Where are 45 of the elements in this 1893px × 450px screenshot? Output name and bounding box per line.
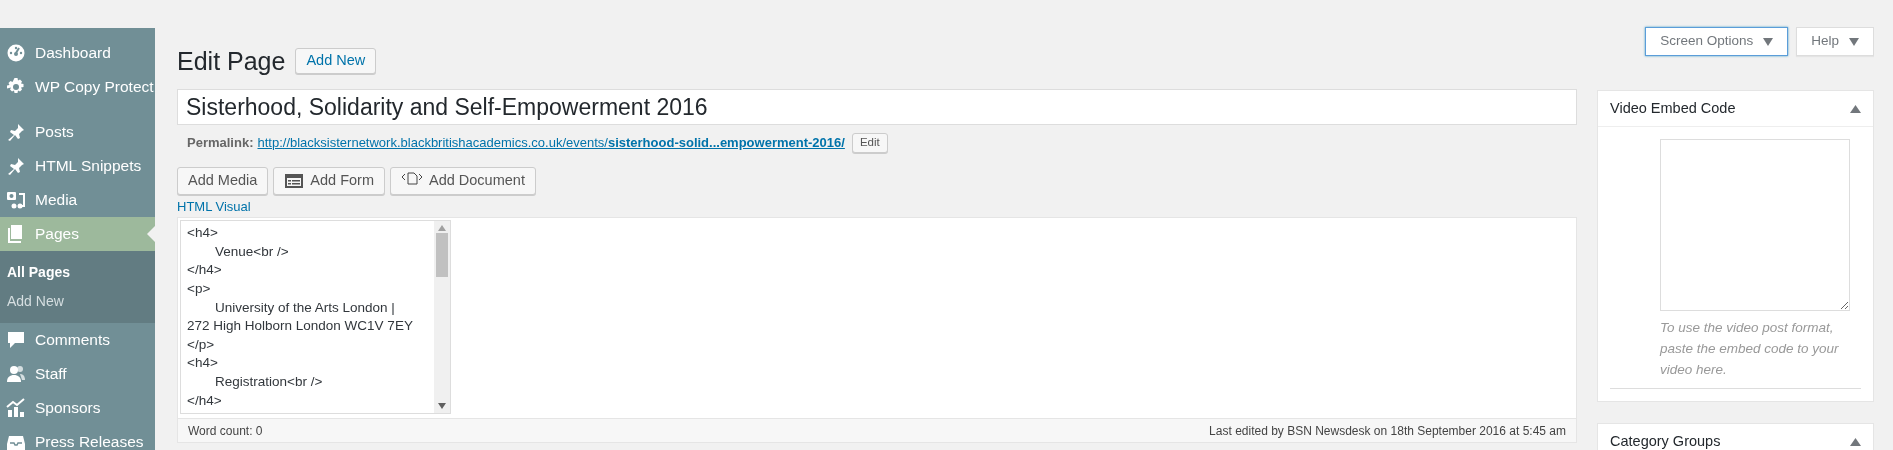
sidebar-item[interactable]: Sponsors (0, 391, 155, 425)
editor-tabs[interactable]: HTML Visual (177, 196, 251, 217)
permalink-link[interactable]: http://blacksisternetwork.blackbritishacademics.co.uk/events/sisterhood-solid...empowerment-2016/ (257, 133, 845, 153)
sidebar-item[interactable]: Media (0, 183, 155, 217)
chart-icon (6, 398, 26, 418)
sidebar-item[interactable]: WP Copy Protect (0, 70, 155, 104)
media-button[interactable]: Add Document (390, 166, 536, 195)
pin-icon (6, 156, 26, 176)
collapse-icon[interactable] (1850, 104, 1861, 113)
sidebar-item[interactable]: Press Releases (0, 425, 155, 450)
caret-icon (1763, 37, 1774, 46)
sidebar-item[interactable]: Comments (0, 323, 155, 357)
help-text: To use the video post format, paste the embed code to your video here. (1660, 319, 1840, 379)
sidebar-item[interactable]: HTML Snippets (0, 149, 155, 183)
toggle-button[interactable]: Screen Options (1645, 27, 1789, 56)
people-icon (6, 364, 26, 384)
sidebar-item[interactable]: Staff (0, 357, 155, 391)
collapse-icon[interactable] (1850, 437, 1861, 446)
comment-bubble-icon (6, 330, 26, 350)
media-button[interactable]: Add Media (177, 166, 269, 195)
form-icon (284, 172, 305, 189)
edit-button[interactable]: Edit (851, 133, 888, 153)
sidebar-item[interactable]: Dashboard (0, 36, 155, 70)
panel-title: Category Groups (1610, 431, 1721, 450)
last-edited-text: Last edited by BSN Newsdesk on 18th September 2016 at 5:45 am (1209, 422, 1566, 440)
panel-title: Video Embed Code (1610, 98, 1736, 118)
toggle-button[interactable]: Help (1796, 27, 1874, 56)
scroll-down-icon[interactable] (438, 403, 446, 410)
sidebar-item[interactable]: Posts (0, 115, 155, 149)
submenu-item[interactable]: All Pages (0, 258, 155, 287)
scroll-thumb[interactable] (436, 233, 448, 278)
scrollbar[interactable] (434, 221, 450, 414)
word-count: Word count: 0 (188, 422, 263, 440)
add-new-button[interactable]: Add New (295, 48, 377, 74)
pin-icon (6, 122, 26, 142)
embed-code-field[interactable] (1660, 139, 1850, 311)
media-button[interactable]: Add Form (273, 166, 385, 195)
document-icon (401, 171, 423, 188)
page-title: Edit Page (177, 46, 286, 76)
submenu-item[interactable]: Add New (0, 287, 155, 316)
permalink-label: Permalink: (187, 134, 254, 153)
title-field[interactable]: Sisterhood, Solidarity and Self-Empowerment 2016 (177, 89, 1577, 125)
caret-icon (1849, 37, 1859, 46)
gauge-icon (6, 43, 26, 63)
media-icon (6, 190, 26, 210)
